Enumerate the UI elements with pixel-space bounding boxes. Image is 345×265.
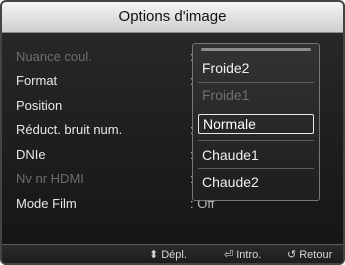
menu-item-label: Format [16,73,58,88]
menu-item-mode-film[interactable]: Mode Film : Off [16,195,214,213]
popup-option-froide2[interactable]: Froide2 [198,58,314,78]
return-icon: ↺ [287,249,297,261]
menu-item-format[interactable]: Format : [16,72,194,90]
enter-icon: ⏎ [224,249,234,261]
color-tone-popup: Froide2 Froide1 Normale Chaude1 Chaude2 [192,43,320,201]
popup-option-normale[interactable]: Normale [198,114,314,134]
popup-divider [198,82,314,83]
footer-move-hint: ⬍ Dépl. [149,248,187,261]
menu-item-nuance-coul: Nuance coul. : [16,48,194,66]
menu-item-position[interactable]: Position [16,97,62,115]
picture-options-dialog: Options d'image Nuance coul. : Format : … [0,0,345,265]
popup-option-chaude2[interactable]: Chaude2 [198,172,314,192]
popup-divider [198,140,314,141]
menu-item-nv-nr-hdmi: Nv nr HDMI : [16,170,194,188]
menu-item-dnie[interactable]: DNIe : [16,146,194,164]
popup-divider [198,168,314,169]
menu-item-label: DNIe [16,147,46,162]
menu-item-label: Position [16,98,63,113]
footer-return-hint: ↺ Retour [287,248,332,261]
footer-bar: ⬍ Dépl. ⏎ Intro. ↺ Retour [2,244,343,263]
menu-item-label: Nv nr HDMI [16,171,84,186]
footer-enter-label: Intro. [236,249,262,261]
popup-option-chaude1[interactable]: Chaude1 [198,145,314,165]
dialog-title-bar: Options d'image [2,2,343,33]
footer-enter-hint: ⏎ Intro. [224,248,261,261]
footer-move-label: Dépl. [161,249,187,261]
popup-scroll-indicator [201,48,311,51]
dialog-title: Options d'image [118,8,227,25]
footer-return-label: Retour [299,249,333,261]
menu-item-label: Mode Film [16,196,77,211]
menu-item-label: Nuance coul. [16,49,92,64]
up-down-arrow-icon: ⬍ [149,249,159,261]
popup-option-froide1: Froide1 [202,87,250,103]
menu-item-label: Réduct. bruit num. [16,122,123,137]
menu-item-reduct-bruit[interactable]: Réduct. bruit num. : [16,121,194,139]
